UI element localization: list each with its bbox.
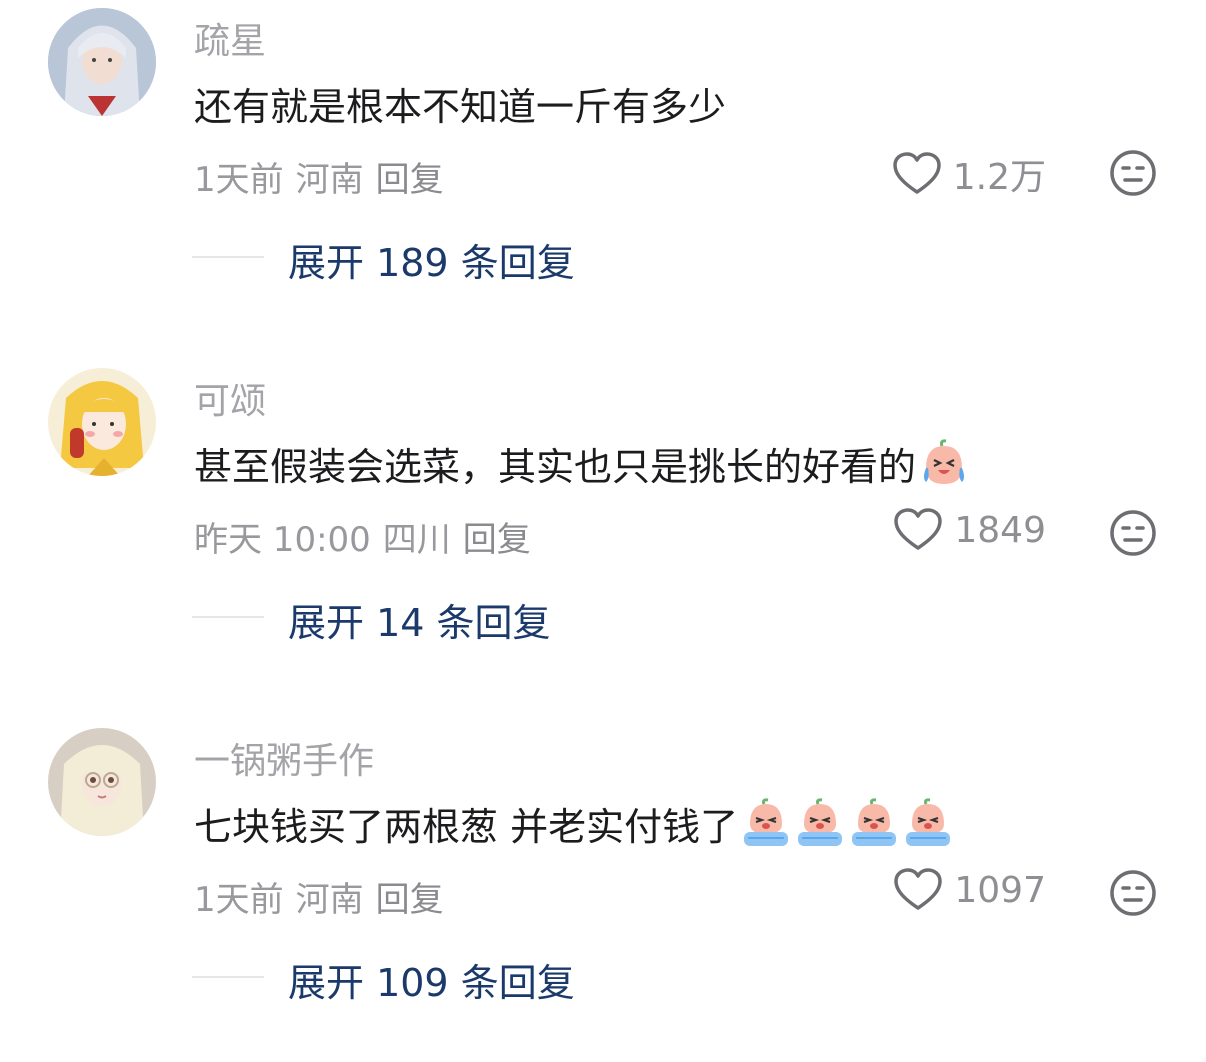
- crying-emoji: [744, 797, 789, 846]
- comment-text: 甚至假装会选菜，其实也只是挑长的好看的: [194, 436, 970, 491]
- avatar[interactable]: [48, 8, 156, 116]
- username[interactable]: 一锅粥手作: [194, 732, 374, 784]
- crying-emoji: [906, 797, 951, 846]
- comment-time: 昨天 10:00: [194, 520, 371, 560]
- dislike-button[interactable]: [1108, 508, 1158, 562]
- expand-replies-button[interactable]: 展开 14 条回复: [288, 592, 551, 647]
- like-button[interactable]: 1097: [894, 868, 1046, 912]
- expand-replies-button[interactable]: 展开 189 条回复: [288, 232, 575, 287]
- expand-divider: [192, 976, 264, 978]
- heart-outline-icon: [894, 508, 943, 550]
- comment-location: 四川: [382, 520, 451, 560]
- expand-divider: [192, 616, 264, 618]
- comment-location: 河南: [295, 160, 364, 200]
- crying-emoji: [798, 797, 843, 846]
- reply-button[interactable]: 回复: [376, 160, 444, 200]
- meh-face-icon: [1110, 150, 1156, 196]
- comment-text-body: 还有就是根本不知道一斤有多少: [194, 85, 727, 129]
- crying-emoji: [852, 797, 897, 846]
- comment-item: 疏星 还有就是根本不知道一斤有多少 1天前 河南 回复 1.2万 展开 189 条回…: [0, 0, 1206, 300]
- comment-location: 河南: [295, 880, 364, 920]
- comment-item: 一锅粥手作 七块钱买了两根葱 并老实付钱了 1天前 河南 回复 1097 展开 …: [0, 720, 1206, 1020]
- comment-meta: 1天前 河南 回复: [194, 872, 456, 921]
- avatar[interactable]: [48, 728, 156, 836]
- comment-item: 可颂 甚至假装会选菜，其实也只是挑长的好看的 昨天 10:00 四川 回复 1849…: [0, 360, 1206, 660]
- heart-outline-icon: [892, 152, 941, 194]
- avatar[interactable]: [48, 368, 156, 476]
- comment-meta: 昨天 10:00 四川 回复: [194, 512, 543, 561]
- like-count: 1849: [954, 509, 1046, 551]
- username[interactable]: 疏星: [194, 12, 266, 64]
- comment-text-body: 七块钱买了两根葱 并老实付钱了: [194, 805, 739, 849]
- reply-button[interactable]: 回复: [376, 880, 444, 920]
- expand-replies-button[interactable]: 展开 109 条回复: [288, 952, 575, 1007]
- dislike-button[interactable]: [1108, 148, 1158, 202]
- username[interactable]: 可颂: [194, 372, 266, 424]
- reply-button[interactable]: 回复: [463, 520, 531, 560]
- like-count: 1097: [954, 869, 1046, 911]
- comment-time: 1天前: [194, 160, 284, 200]
- expand-divider: [192, 256, 264, 258]
- laugh-cry-emoji: [924, 438, 965, 484]
- comment-meta: 1天前 河南 回复: [194, 152, 456, 201]
- meh-face-icon: [1110, 510, 1156, 556]
- comment-text: 七块钱买了两根葱 并老实付钱了: [194, 796, 954, 851]
- dislike-button[interactable]: [1108, 868, 1158, 922]
- like-button[interactable]: 1.2万: [892, 148, 1046, 200]
- like-count: 1.2万: [952, 157, 1046, 198]
- meh-face-icon: [1110, 870, 1156, 916]
- heart-outline-icon: [894, 868, 943, 910]
- comment-time: 1天前: [194, 880, 284, 920]
- like-button[interactable]: 1849: [894, 508, 1046, 552]
- comment-text-body: 甚至假装会选菜，其实也只是挑长的好看的: [194, 445, 917, 489]
- comment-text: 还有就是根本不知道一斤有多少: [194, 76, 726, 131]
